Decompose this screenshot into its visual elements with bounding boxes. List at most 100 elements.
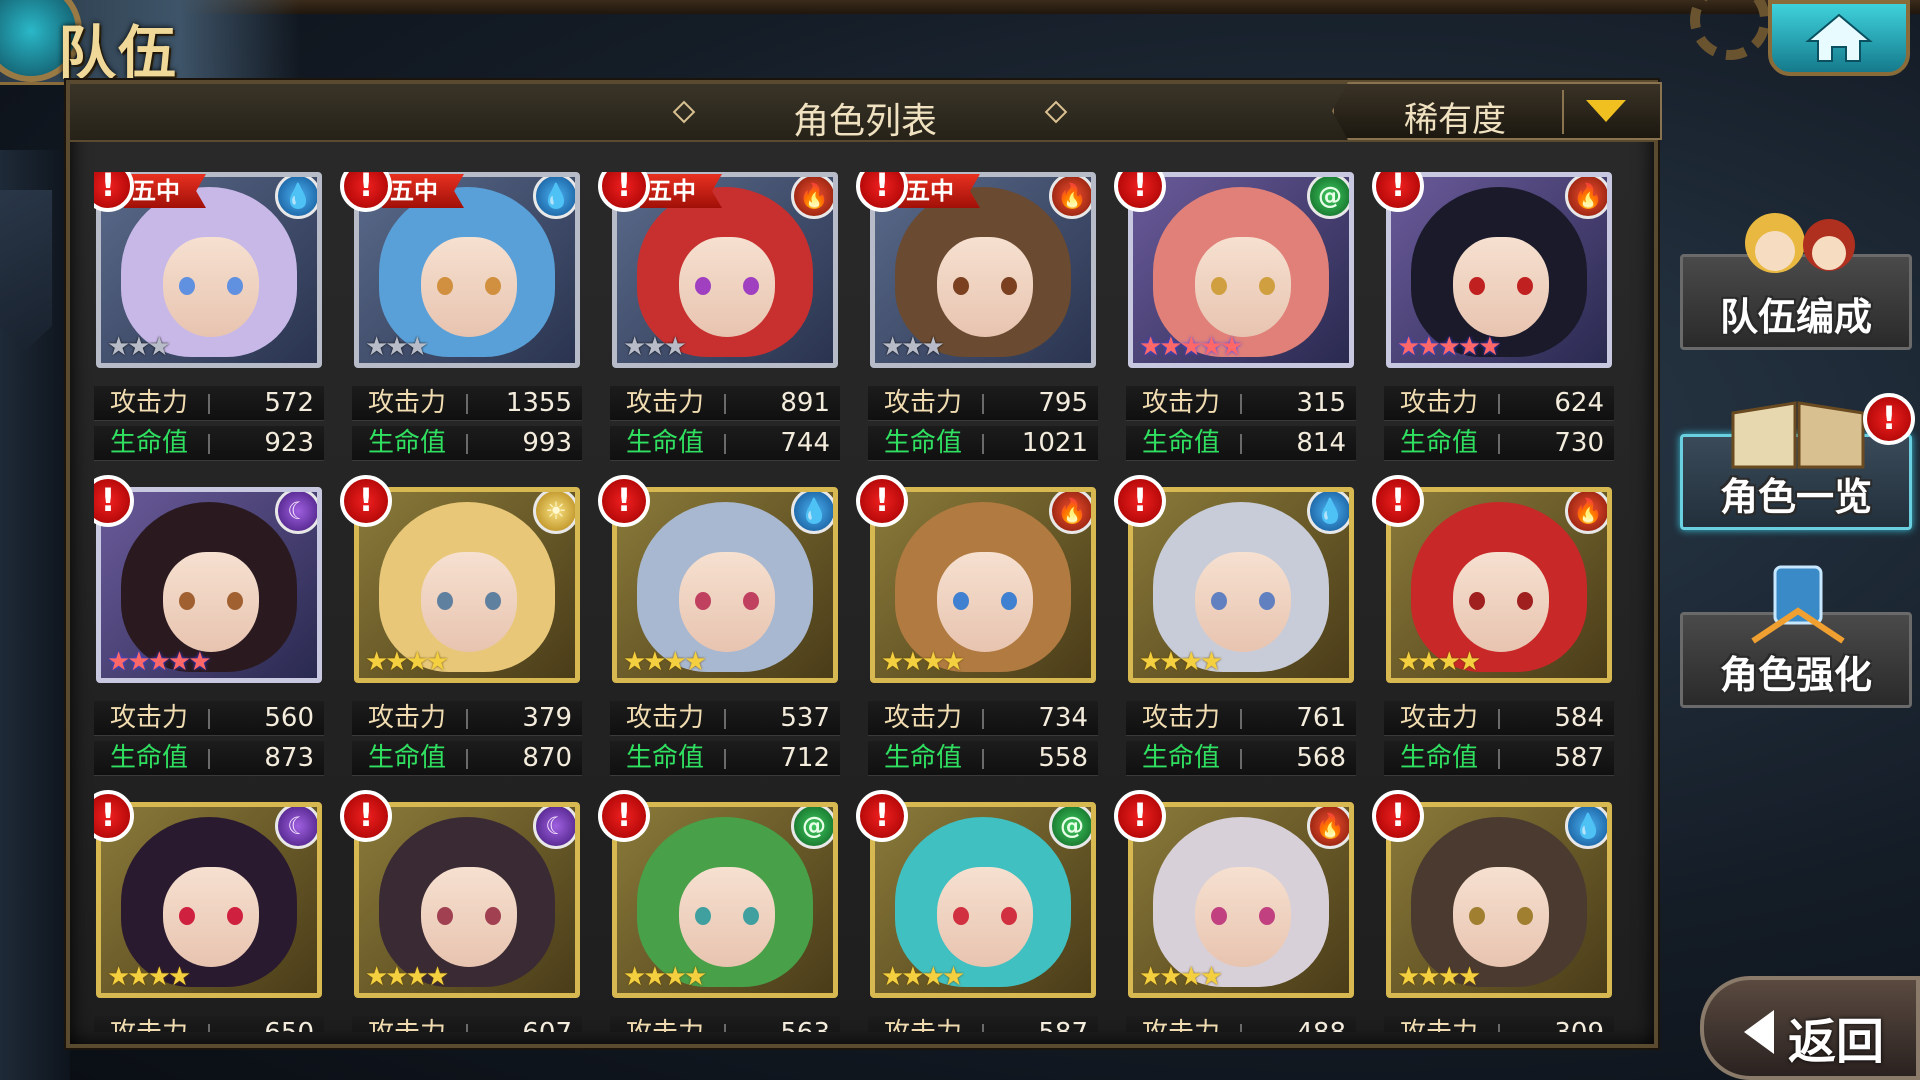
background-wall <box>0 150 70 1080</box>
character-card[interactable]: ! ★★★★ @ 攻击力 563 <box>598 790 840 1032</box>
portrait-face <box>679 552 775 652</box>
divider <box>1498 749 1500 769</box>
portrait-face <box>163 552 259 652</box>
character-card[interactable]: !★★★★☾攻击力650 <box>94 790 324 1032</box>
character-portrait[interactable]: ★★★★ 🔥 <box>870 487 1096 683</box>
hp-value: 1021 <box>1021 428 1088 458</box>
character-card[interactable]: ! ★★★★ ☀ 攻击力 379 生命值 870 <box>340 475 582 777</box>
rarity-stars-icon: ★★★★ <box>365 647 449 677</box>
portrait-eye <box>1517 592 1533 610</box>
divider <box>1498 394 1500 414</box>
party-tag: 五中 <box>124 174 206 208</box>
attack-value: 379 <box>522 703 572 733</box>
character-card[interactable]: ! 五中 ★★★ 💧 攻击力 1355 生命值 993 <box>340 172 582 462</box>
portrait-eye <box>1469 907 1485 925</box>
character-card[interactable]: ! ★★★★ 💧 攻击力 309 <box>1372 790 1614 1032</box>
character-card[interactable]: ! ★★★★ 🔥 攻击力 584 生命值 587 <box>1372 475 1614 777</box>
attack-value: 488 <box>1296 1016 1346 1032</box>
side-menu-button[interactable]: 角色一览! <box>1680 393 1915 530</box>
character-portrait[interactable]: ★★★★ ☾ <box>354 802 580 998</box>
attack-value: 572 <box>264 388 314 418</box>
attack-stat: 攻击力 537 <box>610 701 840 736</box>
triangle-down-icon[interactable] <box>1586 100 1626 122</box>
character-card[interactable]: ! ★★★★ 💧 攻击力 761 生命值 568 <box>1114 475 1356 777</box>
hp-value: 870 <box>522 743 572 773</box>
character-card[interactable]: ! ★★★★ 🔥 攻击力 734 生命值 558 <box>856 475 1098 777</box>
sort-dropdown[interactable]: 稀有度 <box>1332 82 1662 140</box>
portrait-eye <box>227 277 243 295</box>
character-card[interactable]: ! ★★★★ ☾ 攻击力 607 <box>340 790 582 1032</box>
alert-badge-icon: ! <box>1114 790 1166 842</box>
alert-badge-icon: ! <box>856 790 908 842</box>
side-menu-button[interactable]: 角色强化 <box>1680 565 1912 708</box>
character-portrait[interactable]: ★★★★★ ☾ <box>96 487 322 683</box>
character-portrait[interactable]: ★★★★ @ <box>870 802 1096 998</box>
character-portrait[interactable]: ★★★★★ 🔥 <box>1386 172 1612 368</box>
character-portrait[interactable]: ★★★★ 🔥 <box>1128 802 1354 998</box>
character-portrait[interactable]: ★★★★ 🔥 <box>1386 487 1612 683</box>
character-card[interactable]: ! 五中 ★★★ 🔥 攻击力 891 生命值 744 <box>598 172 840 462</box>
attack-label: 攻击力 <box>1142 1016 1220 1032</box>
attack-label: 攻击力 <box>1142 703 1221 733</box>
character-card[interactable]: ! ★★★★★ ☾ 攻击力 560 生命值 873 <box>94 475 324 777</box>
divider <box>724 749 726 769</box>
back-button[interactable]: 返回 <box>1700 976 1920 1080</box>
character-card[interactable]: ! ★★★★ 🔥 攻击力 488 <box>1114 790 1356 1032</box>
attack-stat: 攻击力 584 <box>1384 701 1614 736</box>
portrait-eye <box>743 907 759 925</box>
hp-label: 生命值 <box>626 743 705 773</box>
home-button[interactable] <box>1768 0 1910 76</box>
rarity-stars-icon: ★★★ <box>623 332 687 362</box>
attack-value: 537 <box>780 703 830 733</box>
crescent-moon-icon: ☾ <box>533 807 575 849</box>
panel-header: 角色列表 稀有度 <box>70 82 1662 142</box>
divider <box>982 749 984 769</box>
alert-badge-icon: ! <box>340 475 392 527</box>
portrait-eye <box>1259 277 1275 295</box>
divider <box>208 394 210 414</box>
alert-badge-icon: ! <box>598 475 650 527</box>
character-portrait[interactable]: ★★★★ @ <box>612 802 838 998</box>
character-portrait[interactable]: ★★★★ 💧 <box>1386 802 1612 998</box>
rarity-stars-icon: ★★★ <box>365 332 429 362</box>
character-card[interactable]: ! ★★★★ 💧 攻击力 537 生命值 712 <box>598 475 840 777</box>
hp-stat: 生命值 744 <box>610 426 840 461</box>
side-menu-button[interactable]: 队伍编成 <box>1680 213 1912 350</box>
portrait-eye <box>437 907 453 925</box>
attack-stat: 攻击力 315 <box>1126 386 1356 421</box>
hp-stat: 生命值 587 <box>1384 741 1614 776</box>
character-card[interactable]: ! 五中 ★★★ 🔥 攻击力 795 生命值 1021 <box>856 172 1098 462</box>
character-card[interactable]: ! ★★★★★ @ 攻击力 315 生命值 814 <box>1114 172 1356 462</box>
portrait-face <box>1195 867 1291 967</box>
portrait-face <box>937 237 1033 337</box>
character-portrait[interactable]: ★★★★ 💧 <box>1128 487 1354 683</box>
hp-label: 生命值 <box>368 428 447 458</box>
attack-label: 攻击力 <box>110 1016 188 1032</box>
hp-stat: 生命值 873 <box>94 741 324 776</box>
character-grid[interactable]: ! 五中 ★★★ 💧 攻击力 572 生命值 923! 五中 ★★★ 💧 攻击力 1355 生命值 993!… <box>94 172 1634 1032</box>
water-drop-icon: 💧 <box>1565 807 1607 849</box>
alert-badge-icon: ! <box>1372 790 1424 842</box>
portrait-eye <box>953 277 969 295</box>
rarity-stars-icon: ★★★ <box>881 332 945 362</box>
character-portrait[interactable]: ★★★★★ @ <box>1128 172 1354 368</box>
divider <box>1240 749 1242 769</box>
character-portrait[interactable]: ★★★★ ☾ <box>96 802 322 998</box>
portrait-eye <box>1259 592 1275 610</box>
rarity-stars-icon: ★★★★★ <box>107 647 212 677</box>
divider <box>208 749 210 769</box>
hp-value: 993 <box>522 428 572 458</box>
attack-stat: 攻击力 560 <box>94 701 324 736</box>
character-card[interactable]: ! ★★★★★ 🔥 攻击力 624 生命值 730 <box>1372 172 1614 462</box>
attack-stat: 攻击力 624 <box>1384 386 1614 421</box>
portrait-face <box>1453 867 1549 967</box>
character-card[interactable]: ! 五中 ★★★ 💧 攻击力 572 生命值 923 <box>94 172 324 462</box>
divider <box>1498 709 1500 729</box>
portrait-eye <box>227 907 243 925</box>
divider <box>208 709 210 729</box>
character-portrait[interactable]: ★★★★ ☀ <box>354 487 580 683</box>
character-portrait[interactable]: ★★★★ 💧 <box>612 487 838 683</box>
character-card[interactable]: ! ★★★★ @ 攻击力 587 <box>856 790 1098 1032</box>
divider <box>1498 434 1500 454</box>
attack-label: 攻击力 <box>1400 1016 1478 1032</box>
